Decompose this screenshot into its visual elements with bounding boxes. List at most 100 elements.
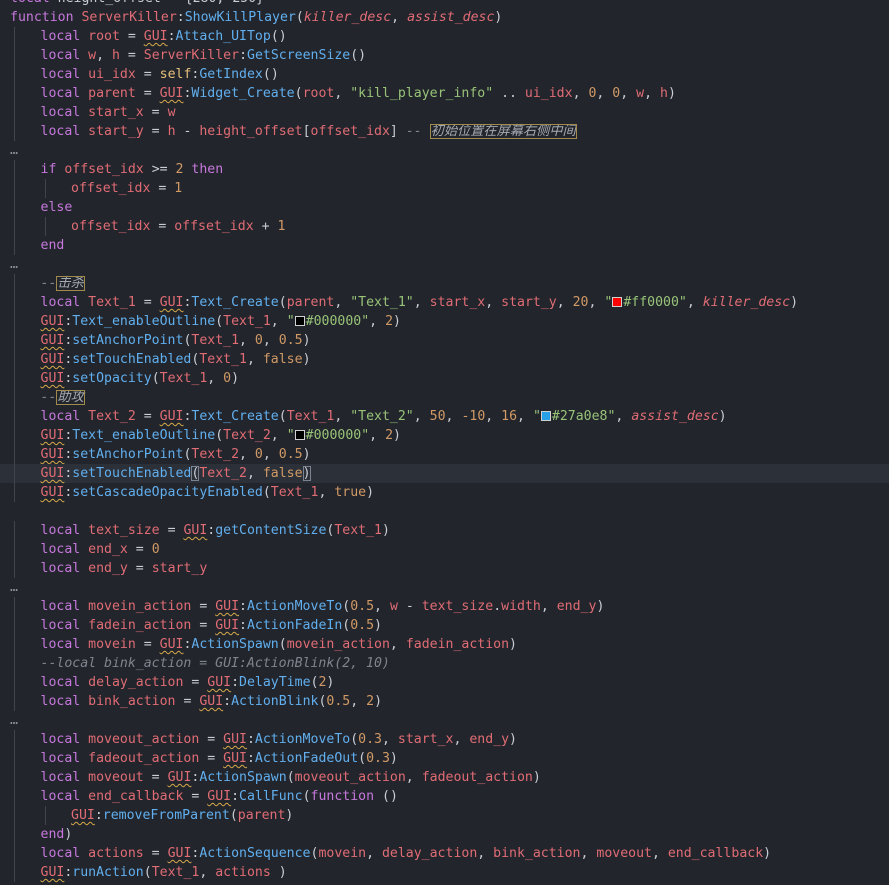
keyword: function: [10, 10, 74, 25]
operator: =: [191, 599, 216, 614]
code-line[interactable]: GUI:setAnchorPoint(Text_2, 0, 0.5): [0, 445, 889, 464]
code-line[interactable]: local movein = GUI:ActionSpawn(movein_ac…: [0, 635, 889, 654]
operator: [80, 770, 88, 785]
code-line[interactable]: local fadeout_action = GUI:ActionFadeOut…: [0, 749, 889, 768]
code-line[interactable]: else: [0, 198, 889, 217]
fold-ellipsis-icon[interactable]: …: [10, 143, 18, 158]
keyword: local: [40, 770, 81, 785]
number: true: [334, 485, 367, 500]
operator: (: [278, 637, 287, 652]
operator: =: [150, 219, 175, 234]
gui-identifier: GUI: [167, 846, 192, 861]
code-line[interactable]: local text_size = GUI:getContentSize(Tex…: [0, 521, 889, 540]
function-name: Widget_Create: [191, 86, 295, 101]
number: 0.5: [350, 599, 375, 614]
fold-ellipsis-icon[interactable]: …: [10, 713, 18, 728]
code-line[interactable]: local w, h = ServerKiller:GetScreenSize(…: [0, 46, 889, 65]
operator: ,: [686, 295, 703, 310]
operator: ,: [270, 314, 287, 329]
identifier: text_size: [421, 599, 494, 614]
code-line[interactable]: local end_y = start_y: [0, 559, 889, 578]
code-line[interactable]: …: [0, 711, 889, 730]
code-line[interactable]: end): [0, 825, 889, 844]
code-line[interactable]: GUI:setAnchorPoint(Text_1, 0, 0.5): [0, 331, 889, 350]
code-line[interactable]: offset_idx = offset_idx + 1: [0, 217, 889, 236]
code-line[interactable]: GUI:removeFromParent(parent): [0, 806, 889, 825]
code-editor[interactable]: local height_offset = {280, 250}function…: [0, 0, 889, 885]
code-line[interactable]: local Text_1 = GUI:Text_Create(parent, "…: [0, 293, 889, 312]
code-line[interactable]: local end_callback = GUI:CallFunc(functi…: [0, 787, 889, 806]
code-line[interactable]: GUI:setTouchEnabled(Text_1, false): [0, 350, 889, 369]
function-name: Text_enableOutline: [72, 314, 216, 329]
function-name: getContentSize: [215, 523, 327, 538]
code-line[interactable]: GUI:Text_enableOutline(Text_2, " #000000"…: [0, 426, 889, 445]
code-line[interactable]: …: [0, 578, 889, 597]
code-line[interactable]: [0, 502, 889, 521]
code-line[interactable]: local delay_action = GUI:DelayTime(2): [0, 673, 889, 692]
identifier: offset_idx: [71, 181, 151, 196]
number: 1: [277, 219, 286, 234]
keyword: end: [40, 827, 65, 842]
fold-ellipsis-icon[interactable]: …: [10, 257, 18, 272]
function-name: ShowKillPlayer: [184, 10, 296, 25]
operator: [80, 48, 88, 63]
code-line[interactable]: --local bink_action = GUI:ActionBlink(2,…: [0, 654, 889, 673]
code-line[interactable]: offset_idx = 1: [0, 179, 889, 198]
string: ": [532, 409, 541, 424]
code-line[interactable]: GUI:setTouchEnabled(Text_2, false): [0, 464, 889, 483]
code-line[interactable]: --击杀: [0, 274, 889, 293]
function-name: DelayTime: [239, 675, 311, 690]
gui-identifier: GUI: [40, 485, 65, 500]
number: 0.3: [366, 751, 390, 766]
code-line[interactable]: local end_x = 0: [0, 540, 889, 559]
code-line[interactable]: GUI:setCascadeOpacityEnabled(Text_1, tru…: [0, 483, 889, 502]
identifier: movein: [88, 637, 136, 652]
identifier: Text_1: [223, 314, 271, 329]
comment-chinese-text: 初始位置在屏幕右侧中间: [429, 124, 577, 139]
code-line[interactable]: local moveout_action = GUI:ActionMoveTo(…: [0, 730, 889, 749]
code-line[interactable]: …: [0, 141, 889, 160]
code-line[interactable]: end: [0, 236, 889, 255]
operator: [80, 618, 88, 633]
identifier: end_y: [469, 732, 510, 747]
keyword: local: [40, 751, 81, 766]
code-line[interactable]: GUI:Text_enableOutline(Text_1, " #000000"…: [0, 312, 889, 331]
code-line[interactable]: GUI:runAction(Text_1, actions ): [0, 863, 889, 882]
string: #000000": [305, 314, 370, 329]
code-line[interactable]: local actions = GUI:ActionSequence(movei…: [0, 844, 889, 863]
operator: :: [176, 10, 185, 25]
operator: (: [215, 314, 224, 329]
code-line[interactable]: local movein_action = GUI:ActionMoveTo(0…: [0, 597, 889, 616]
code-line[interactable]: GUI:setOpacity(Text_1, 0): [0, 369, 889, 388]
code-line[interactable]: local Text_2 = GUI:Text_Create(Text_1, "…: [0, 407, 889, 426]
identifier: ServerKiller: [143, 48, 240, 63]
fold-ellipsis-icon[interactable]: …: [10, 580, 18, 595]
self-keyword: self: [159, 67, 192, 82]
code-line[interactable]: function ServerKiller:ShowKillPlayer(kil…: [0, 8, 889, 27]
operator: (): [350, 48, 367, 63]
gui-identifier: GUI: [40, 428, 65, 443]
code-line[interactable]: local parent = GUI:Widget_Create(root, "…: [0, 84, 889, 103]
identifier: moveout_action: [88, 732, 200, 747]
code-line[interactable]: local height_offset = {280, 250}: [0, 0, 889, 8]
string: "Text_1": [350, 295, 414, 310]
code-line[interactable]: if offset_idx >= 2 then: [0, 160, 889, 179]
code-line[interactable]: --助攻: [0, 388, 889, 407]
gui-identifier: GUI: [207, 789, 232, 804]
code-line[interactable]: local fadein_action = GUI:ActionFadeIn(0…: [0, 616, 889, 635]
operator: ): [393, 314, 401, 329]
operator: =: [135, 67, 160, 82]
gui-identifier: GUI: [40, 865, 65, 880]
code-line[interactable]: local start_x = w: [0, 103, 889, 122]
code-line[interactable]: local bink_action = GUI:ActionBlink(0.5,…: [0, 692, 889, 711]
code-line[interactable]: local start_y = h - height_offset[offset…: [0, 122, 889, 141]
string: "kill_player_info": [350, 86, 494, 101]
operator: =: [183, 789, 208, 804]
code-line[interactable]: local ui_idx = self:GetIndex(): [0, 65, 889, 84]
identifier: Text_1: [88, 295, 136, 310]
operator: ): [667, 86, 676, 101]
operator: (: [278, 409, 287, 424]
code-line[interactable]: …: [0, 255, 889, 274]
code-line[interactable]: local root = GUI:Attach_UITop(): [0, 27, 889, 46]
code-line[interactable]: local moveout = GUI:ActionSpawn(moveout_…: [0, 768, 889, 787]
